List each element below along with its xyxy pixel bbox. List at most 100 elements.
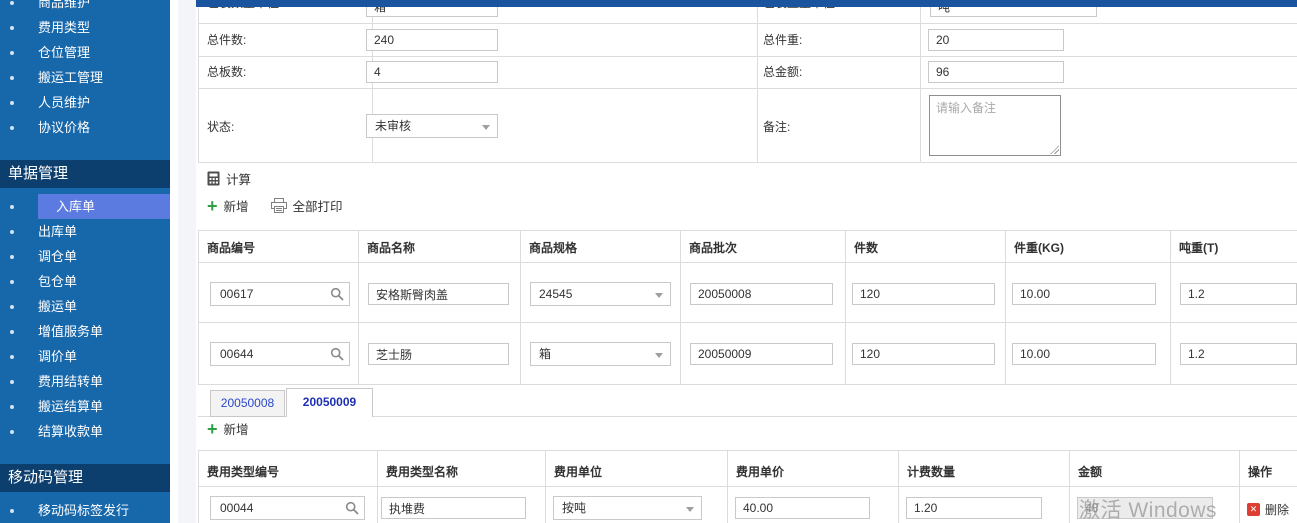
total-piece-weight-input[interactable]: [928, 29, 1064, 51]
fee-price-input[interactable]: [735, 497, 870, 519]
resize-grip-icon[interactable]: [1050, 145, 1059, 154]
divider-line: [198, 322, 1297, 323]
sidebar-item-label: 移动码管理: [8, 464, 170, 492]
bullet-icon: [10, 51, 14, 55]
bullet-icon: [10, 26, 14, 30]
sidebar-item[interactable]: 仓位管理: [0, 40, 170, 65]
fee-unit-value: 按吨: [562, 501, 586, 515]
sidebar-nav: 商品维护 费用类型 仓位管理 搬运工管理: [0, 0, 170, 523]
sidebar-item[interactable]: 调价单: [0, 344, 170, 369]
product-unit-weight-input[interactable]: [1012, 283, 1156, 305]
product-spec-select[interactable]: 24545: [530, 282, 671, 306]
sidebar-item[interactable]: 调仓单: [0, 244, 170, 269]
product-spec-value: 24545: [539, 287, 572, 301]
product-batch-input[interactable]: [690, 283, 833, 305]
calculate-button[interactable]: 计算: [207, 169, 251, 188]
top-accent-bar: [196, 0, 1297, 7]
add-fee-button[interactable]: + 新增: [207, 419, 249, 438]
print-all-button[interactable]: 全部打印: [271, 196, 343, 215]
sidebar-item[interactable]: 单据管理: [0, 160, 170, 188]
total-amount-input[interactable]: [928, 61, 1064, 83]
bullet-icon: [10, 430, 14, 434]
sidebar-item[interactable]: 入库单: [0, 194, 170, 219]
calculate-label: 计算: [226, 169, 251, 188]
product-code-input[interactable]: [210, 342, 350, 366]
divider-line: [920, 7, 921, 162]
sidebar-item[interactable]: 出库单: [0, 219, 170, 244]
column-header: 件数: [845, 231, 1005, 262]
bullet-icon: [10, 305, 14, 309]
magnifier-icon[interactable]: [330, 287, 344, 301]
sidebar-item-label: 增值服务单: [38, 319, 170, 344]
delete-icon: ✕: [1247, 503, 1260, 516]
sidebar-item-label: 费用类型: [38, 15, 170, 40]
product-qty-input[interactable]: [852, 343, 995, 365]
wms-app: 商品维护 费用类型 仓位管理 搬运工管理: [0, 0, 1297, 523]
product-code-input[interactable]: [210, 282, 350, 306]
column-header: 费用类型名称: [377, 451, 545, 486]
product-name-input[interactable]: [368, 283, 509, 305]
bullet-icon: [10, 101, 14, 105]
divider-line: [198, 262, 1297, 263]
sidebar-item-label: 协议价格: [38, 115, 170, 140]
delete-label: 删除: [1265, 501, 1289, 518]
fee-amount-input: [1077, 497, 1213, 519]
sidebar-item[interactable]: 搬运结算单: [0, 394, 170, 419]
printer-icon: [271, 198, 287, 213]
divider-line: [757, 7, 758, 162]
product-ton-weight-input[interactable]: [1180, 343, 1297, 365]
sidebar-item[interactable]: 移动码标签发行: [0, 498, 170, 523]
column-header: 计费数量: [898, 451, 1069, 486]
sidebar-item[interactable]: 增值服务单: [0, 319, 170, 344]
sidebar-item-label: 出库单: [38, 219, 170, 244]
sidebar-item[interactable]: 协议价格: [0, 115, 170, 140]
total-pallets-label: 总板数:: [207, 65, 246, 80]
bullet-icon: [10, 405, 14, 409]
column-header: 费用单位: [545, 451, 727, 486]
tab-batch-20050009-active[interactable]: 20050009: [286, 388, 373, 417]
add-label: 新增: [224, 196, 249, 215]
sidebar-item[interactable]: 人员维护: [0, 90, 170, 115]
delete-fee-button[interactable]: ✕ 删除: [1247, 501, 1289, 518]
sidebar-item-label: 商品维护: [38, 0, 170, 15]
sidebar-item[interactable]: 搬运工管理: [0, 65, 170, 90]
sidebar-item-label: 仓位管理: [38, 40, 170, 65]
sidebar-item[interactable]: 移动码管理: [0, 464, 170, 492]
sidebar-item-label: 包仓单: [38, 269, 170, 294]
magnifier-icon[interactable]: [330, 347, 344, 361]
fee-unit-select[interactable]: 按吨: [553, 496, 702, 520]
product-name-input[interactable]: [368, 343, 509, 365]
total-pallets-input[interactable]: [366, 61, 498, 83]
bullet-icon: [10, 330, 14, 334]
total-pieces-input[interactable]: [366, 29, 498, 51]
divider-line: [198, 56, 1297, 57]
sidebar-item[interactable]: 费用类型: [0, 15, 170, 40]
sidebar-item-label: 单据管理: [8, 160, 170, 188]
sidebar-item[interactable]: 搬运单: [0, 294, 170, 319]
remark-textarea[interactable]: [929, 95, 1061, 156]
status-select[interactable]: 未审核: [366, 114, 498, 138]
tab-batch-20050008[interactable]: 20050008: [210, 390, 285, 417]
product-unit-weight-input[interactable]: [1012, 343, 1156, 365]
divider-line: [198, 162, 1297, 163]
fee-code-input[interactable]: [210, 496, 365, 520]
sidebar-item-label: 调价单: [38, 344, 170, 369]
product-ton-weight-input[interactable]: [1180, 283, 1297, 305]
column-header: 金额: [1069, 451, 1239, 486]
product-batch-input[interactable]: [690, 343, 833, 365]
fee-qty-input[interactable]: [906, 497, 1042, 519]
product-qty-input[interactable]: [852, 283, 995, 305]
add-fee-label: 新增: [224, 419, 249, 438]
sidebar-item[interactable]: 包仓单: [0, 269, 170, 294]
sidebar-item[interactable]: 费用结转单: [0, 369, 170, 394]
add-product-button[interactable]: + 新增: [207, 196, 249, 215]
divider-line: [198, 23, 1297, 24]
sidebar-item[interactable]: 商品维护: [0, 0, 170, 15]
bullet-icon: [10, 509, 14, 513]
product-code-search: [210, 282, 350, 306]
divider-line: [198, 384, 1297, 385]
sidebar-item[interactable]: 结算收款单: [0, 419, 170, 444]
magnifier-icon[interactable]: [345, 501, 359, 515]
fee-name-input[interactable]: [381, 497, 526, 519]
product-spec-select[interactable]: 箱: [530, 342, 671, 366]
